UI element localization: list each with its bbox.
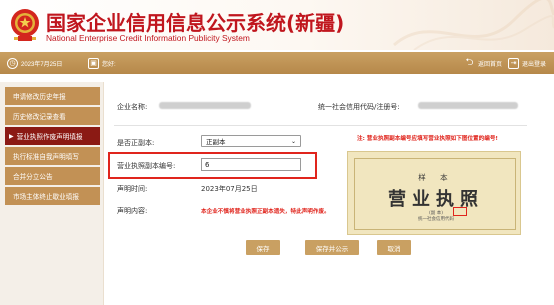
active-arrow-icon: ▶ xyxy=(9,132,14,140)
declare-time-value: 2023年07月25日 xyxy=(201,185,258,193)
sidebar-item-standard-self-declaration[interactable]: 执行标准自我声明填写 xyxy=(5,147,100,165)
chevron-down-icon: ⌄ xyxy=(290,137,296,145)
credit-code-value-redacted xyxy=(418,102,518,109)
sidebar-item-label: 历史修改记录查看 xyxy=(13,113,66,121)
license-number-hint: 注: 营业执照副本编号应填写营业执照如下图位置的编号! xyxy=(357,136,498,142)
user-greeting: ▣ 您好: xyxy=(88,52,116,74)
copy-type-label: 是否正副本: xyxy=(117,139,155,147)
credit-code-label: 统一社会信用代码/注册号: xyxy=(318,103,400,111)
license-sample-copy-label: (副 本) xyxy=(429,211,443,216)
site-subtitle: National Enterprise Credit Information P… xyxy=(46,33,250,43)
sidebar-item-license-void-declaration[interactable]: ▶ 营业执照作废声明填报 xyxy=(5,127,100,145)
header-decoration xyxy=(393,0,554,50)
save-and-publish-button[interactable]: 保存并公示 xyxy=(305,240,359,255)
sidebar-item-merger-split-notice[interactable]: 合并分立公告 xyxy=(5,167,100,185)
logout-link[interactable]: ⇥ 退出登录 xyxy=(508,52,546,74)
enterprise-name-value-redacted xyxy=(159,102,251,109)
sidebar-item-label: 营业执照作废声明填报 xyxy=(16,133,83,141)
sidebar-item-modify-history[interactable]: 历史修改记录查看 xyxy=(5,107,100,125)
site-title: 国家企业信用信息公示系统(新疆) xyxy=(46,11,345,35)
site-header: 国家企业信用信息公示系统(新疆) National Enterprise Cre… xyxy=(0,0,554,50)
sidebar-item-label: 合并分立公告 xyxy=(13,173,53,181)
back-home-link[interactable]: ⮌ 返回首页 xyxy=(464,52,502,74)
copy-type-select[interactable]: 正副本 ⌄ xyxy=(201,135,301,147)
sidebar-item-apply-modify-annual-report[interactable]: 申请修改历史年报 xyxy=(5,87,100,105)
license-sample-image: 样 本 营业执照 (副 本) 统一社会信用代码 xyxy=(347,151,521,235)
save-button[interactable]: 保存 xyxy=(246,240,280,255)
declare-content-value: 本企业不慎将营业执照正副本遗失，特此声明作废。 xyxy=(201,209,330,215)
date-display: ◷ 2023年7月25日 xyxy=(7,52,62,74)
license-copy-number-input[interactable]: 6 xyxy=(201,158,301,171)
declare-time-label: 声明时间: xyxy=(117,185,148,193)
national-emblem-icon xyxy=(11,9,39,41)
license-sample-frame: 样 本 营业执照 (副 本) 统一社会信用代码 xyxy=(354,158,516,230)
back-arrow-icon: ⮌ xyxy=(465,57,474,68)
back-home-label: 返回首页 xyxy=(478,61,503,68)
cancel-button[interactable]: 取消 xyxy=(377,240,411,255)
sidebar: 申请修改历史年报 历史修改记录查看 ▶ 营业执照作废声明填报 执行标准自我声明填… xyxy=(0,82,103,305)
clock-icon: ◷ xyxy=(7,57,18,69)
license-sample-code-label: 统一社会信用代码 xyxy=(418,217,454,222)
license-number-marker xyxy=(453,207,467,216)
sidebar-item-market-entity-termination[interactable]: 市场主体终止歇业填报 xyxy=(5,187,100,205)
license-copy-number-value: 6 xyxy=(205,160,210,169)
enterprise-name-label: 企业名称: xyxy=(117,103,148,111)
license-sample-text: 样 本 xyxy=(418,173,454,182)
sidebar-item-label: 市场主体终止歇业填报 xyxy=(13,193,79,201)
user-greeting-text: 您好: xyxy=(102,61,116,68)
logout-label: 退出登录 xyxy=(522,61,547,68)
top-toolbar: ◷ 2023年7月25日 ▣ 您好: ⮌ 返回首页 ⇥ 退出登录 xyxy=(0,52,554,74)
declare-content-label: 声明内容: xyxy=(117,207,148,215)
license-sample-subline: (副 本) 统一社会信用代码 xyxy=(355,210,517,222)
copy-type-selected-value: 正副本 xyxy=(206,138,226,146)
logout-icon: ⇥ xyxy=(508,57,519,69)
license-copy-number-label: 营业执照副本编号: xyxy=(117,162,176,170)
user-icon: ▣ xyxy=(88,57,99,69)
date-text: 2023年7月25日 xyxy=(21,61,63,68)
sidebar-item-label: 申请修改历史年报 xyxy=(13,93,66,101)
divider xyxy=(114,125,527,126)
license-sample-title: 营业执照 xyxy=(388,189,484,210)
sidebar-item-label: 执行标准自我声明填写 xyxy=(13,153,79,161)
